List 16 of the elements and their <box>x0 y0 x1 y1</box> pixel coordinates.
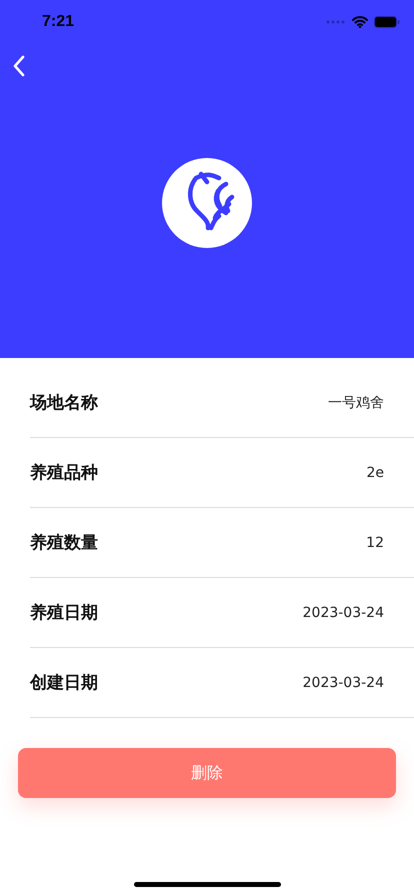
field-label: 创建日期 <box>30 672 98 694</box>
battery-icon <box>374 16 400 28</box>
field-label: 养殖品种 <box>30 462 98 484</box>
field-label: 场地名称 <box>30 392 98 414</box>
wifi-icon <box>352 16 368 28</box>
delete-button[interactable]: 删除 <box>18 748 396 798</box>
field-value: 2023-03-24 <box>302 674 384 690</box>
signal-icon <box>326 19 346 25</box>
field-value: 12 <box>366 534 384 550</box>
status-time: 7:21 <box>42 13 74 31</box>
field-value: 一号鸡舍 <box>328 394 384 412</box>
field-value: 2e <box>366 464 384 480</box>
back-icon[interactable] <box>12 55 26 77</box>
field-value: 2023-03-24 <box>302 604 384 620</box>
field-label: 养殖数量 <box>30 532 98 554</box>
field-label: 养殖日期 <box>30 602 98 624</box>
